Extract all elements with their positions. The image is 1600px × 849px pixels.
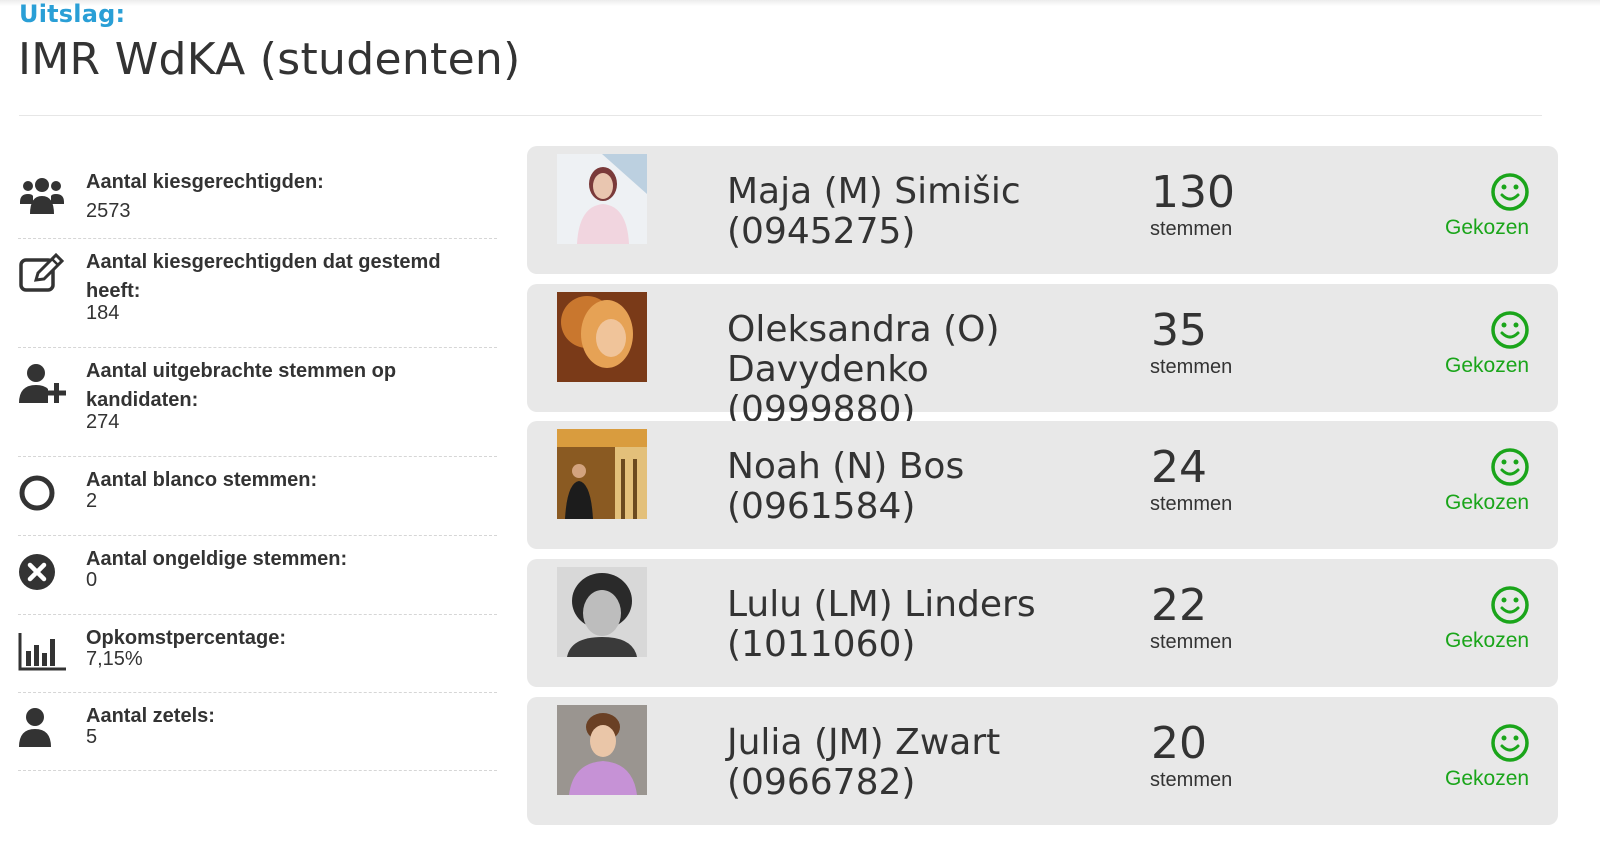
candidate-card: Lulu (LM) Linders (1011060) 22 stemmen G… — [527, 559, 1558, 687]
stat-label: Aantal ongeldige stemmen: — [86, 548, 348, 570]
user-icon — [18, 705, 66, 753]
stat-turnout: Opkomstpercentage: 7,15% — [18, 614, 497, 693]
candidate-photo — [557, 567, 647, 657]
elected-status: Gekozen — [1445, 629, 1530, 652]
stat-label: Aantal kiesgerechtigden: — [86, 171, 324, 193]
stat-seats: Aantal zetels: 5 — [18, 692, 497, 771]
page-title: IMR WdKA (studenten) — [18, 34, 521, 85]
stat-value: 2573 — [86, 200, 131, 222]
smile-icon — [1490, 447, 1530, 487]
stat-value: 7,15% — [86, 648, 143, 670]
edit-icon — [18, 250, 66, 298]
stat-blank-votes: Aantal blanco stemmen: 2 — [18, 456, 497, 536]
candidate-votes: 20 — [1151, 718, 1207, 769]
votes-label: stemmen — [1150, 356, 1233, 378]
stat-voted: Aantal kiesgerechtigden dat gestemd heef… — [18, 238, 497, 348]
stat-label: Opkomstpercentage: — [86, 627, 287, 649]
candidate-card: Noah (N) Bos (0961584) 24 stemmen Gekoze… — [527, 421, 1558, 549]
stat-label: Aantal blanco stemmen: — [86, 469, 318, 491]
votes-label: stemmen — [1150, 218, 1233, 240]
candidate-name: Maja (M) Simišic (0945275) — [727, 171, 1021, 252]
elected-status: Gekozen — [1445, 491, 1530, 514]
users-icon — [18, 172, 66, 220]
candidate-photo — [557, 429, 647, 519]
stat-value: 274 — [86, 411, 120, 433]
candidate-name: Noah (N) Bos (0961584) — [727, 446, 965, 527]
votes-label: stemmen — [1150, 493, 1233, 515]
elected-status: Gekozen — [1445, 767, 1530, 790]
stat-candidate-votes: Aantal uitgebrachte stemmen op kandidate… — [18, 347, 497, 457]
candidate-name: Julia (JM) Zwart (0966782) — [727, 722, 1001, 803]
smile-icon — [1490, 172, 1530, 212]
smile-icon — [1490, 585, 1530, 625]
stat-label: Aantal zetels: — [86, 705, 215, 727]
candidate-votes: 24 — [1151, 442, 1207, 493]
candidate-votes: 35 — [1151, 305, 1207, 356]
candidate-photo — [557, 154, 647, 244]
smile-icon — [1490, 310, 1530, 350]
candidate-votes: 130 — [1151, 167, 1235, 218]
circle-icon — [18, 469, 66, 517]
stat-invalid-votes: Aantal ongeldige stemmen: 0 — [18, 535, 497, 615]
user-plus-icon — [18, 361, 66, 409]
stat-label: Aantal uitgebrachte stemmen op kandidate… — [86, 360, 397, 411]
candidate-photo — [557, 705, 647, 795]
stat-value: 0 — [86, 569, 98, 591]
times-circle-icon — [18, 548, 66, 596]
header-divider — [19, 115, 1542, 116]
stat-value: 2 — [86, 490, 98, 512]
votes-label: stemmen — [1150, 631, 1233, 653]
candidate-photo — [557, 292, 647, 382]
candidate-votes: 22 — [1151, 580, 1207, 631]
page-subtitle: Uitslag: — [19, 0, 126, 28]
candidate-card: Oleksandra (O) Davydenko (0999880) 35 st… — [527, 284, 1558, 430]
top-shadow — [0, 0, 1600, 6]
smile-icon — [1490, 723, 1530, 763]
candidate-name: Oleksandra (O) Davydenko (0999880) — [727, 309, 1000, 430]
candidate-name: Lulu (LM) Linders (1011060) — [727, 584, 1036, 665]
stat-value: 5 — [86, 726, 98, 748]
votes-label: stemmen — [1150, 769, 1233, 791]
candidate-card: Julia (JM) Zwart (0966782) 20 stemmen Ge… — [527, 697, 1558, 825]
stat-eligible-voters: Aantal kiesgerechtigden: 2573 — [18, 158, 497, 239]
stat-value: 184 — [86, 302, 120, 324]
elected-status: Gekozen — [1445, 216, 1530, 239]
elected-status: Gekozen — [1445, 354, 1530, 377]
candidate-card: Maja (M) Simišic (0945275) 130 stemmen G… — [527, 146, 1558, 274]
stat-label: Aantal kiesgerechtigden dat gestemd heef… — [86, 251, 441, 302]
bar-chart-icon — [18, 627, 66, 675]
